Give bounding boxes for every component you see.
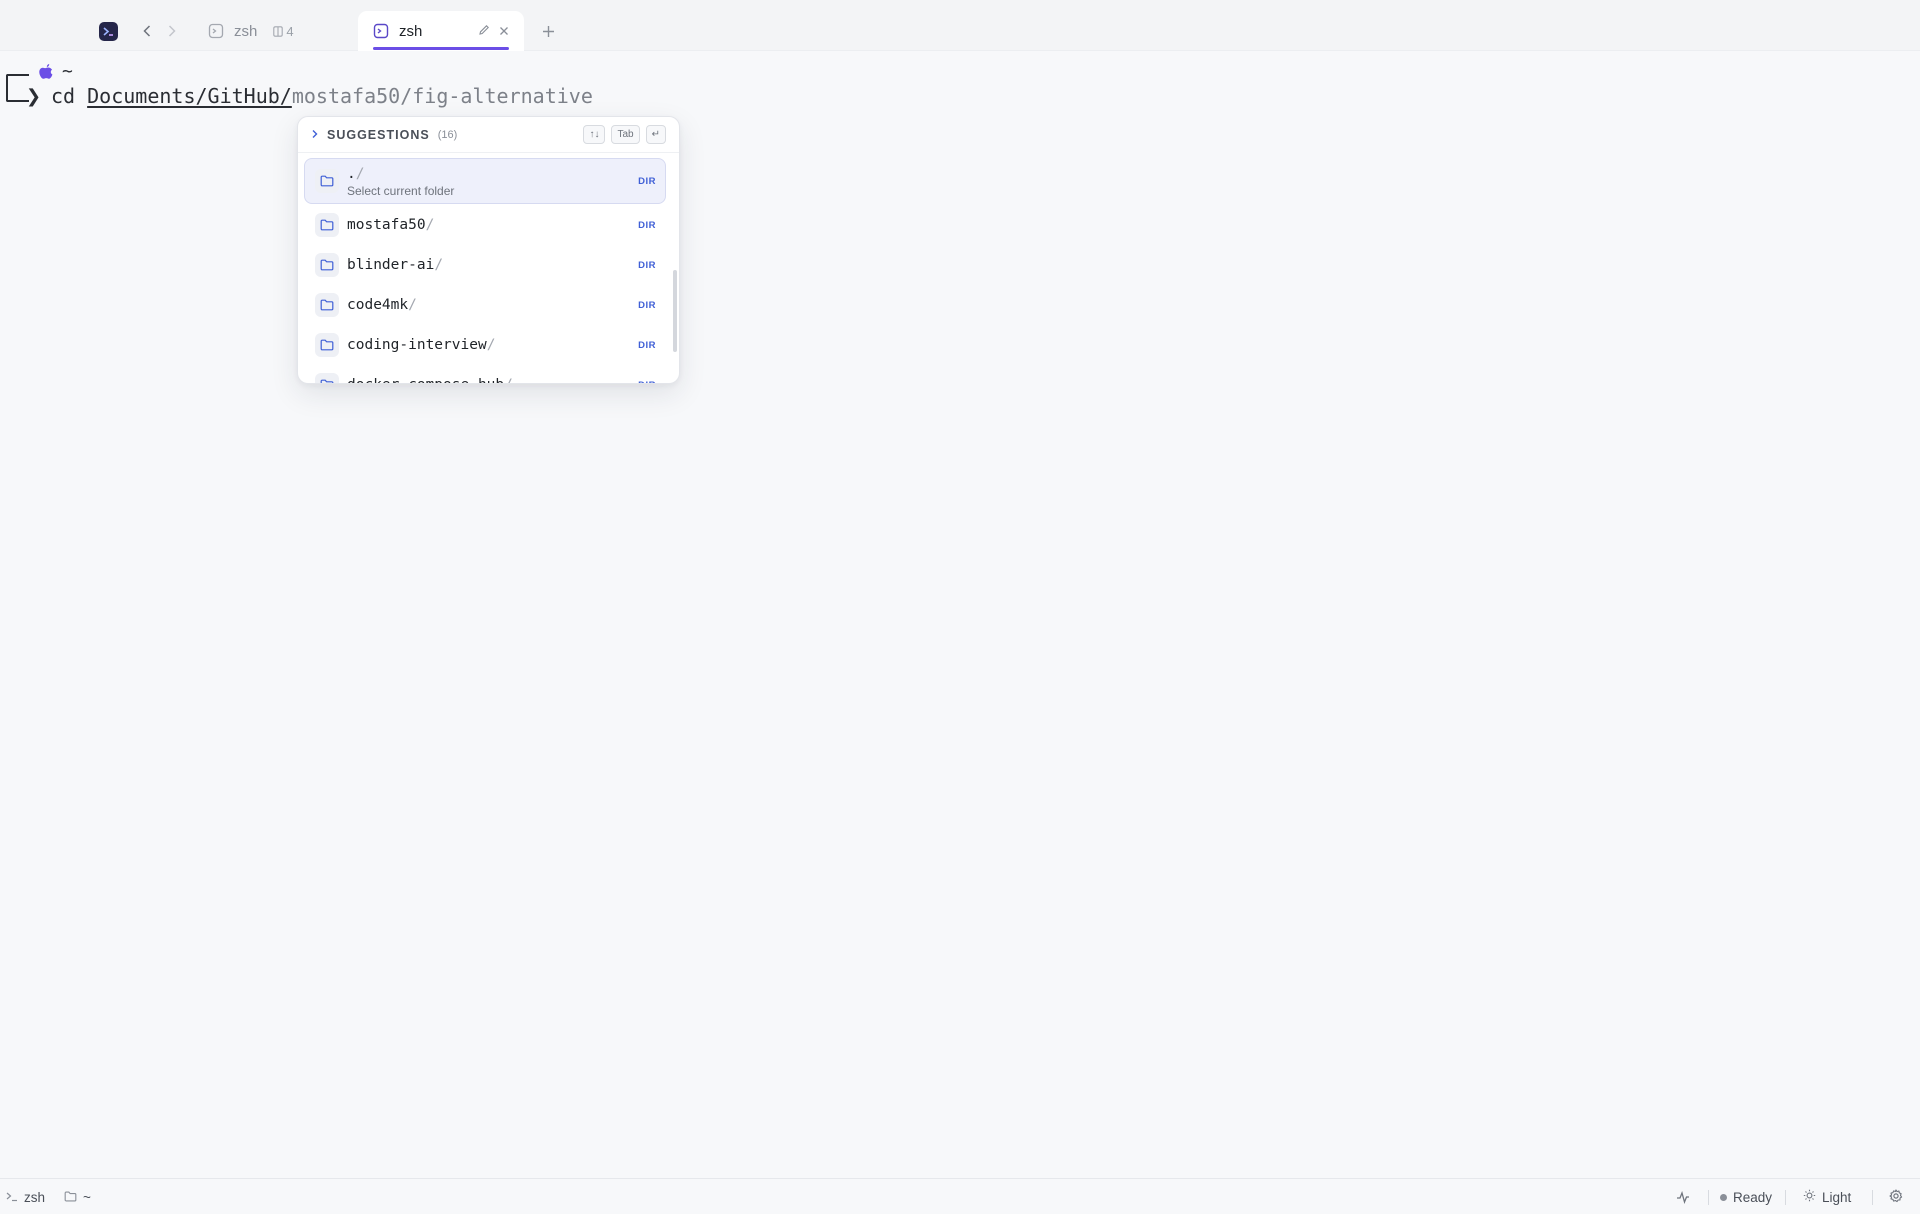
gear-icon bbox=[1889, 1188, 1903, 1206]
statusbar-shell[interactable]: zsh bbox=[6, 1179, 45, 1214]
path-slash: / bbox=[504, 377, 513, 383]
suggestion-name: blinder-ai bbox=[347, 257, 435, 273]
app-logo-icon[interactable] bbox=[99, 22, 118, 41]
tab-label: zsh bbox=[234, 22, 258, 40]
active-tab-indicator bbox=[373, 47, 509, 50]
suggestion-item[interactable]: coding-interview/ DIR bbox=[304, 325, 666, 365]
apple-icon bbox=[38, 63, 54, 81]
cwd-text: ~ bbox=[83, 1189, 91, 1205]
status-dot-icon bbox=[1720, 1193, 1727, 1201]
dir-badge: DIR bbox=[638, 299, 656, 311]
typed-path: Documents/GitHub/ bbox=[87, 84, 292, 108]
suggestion-name: mostafa50 bbox=[347, 217, 426, 233]
title-bar: zsh 4 zsh bbox=[0, 0, 1920, 51]
folder-icon bbox=[315, 373, 339, 383]
folder-icon bbox=[315, 169, 339, 193]
suggestion-name: code4mk bbox=[347, 297, 409, 313]
new-tab-button[interactable] bbox=[538, 20, 558, 42]
suggestions-count: (16) bbox=[437, 128, 458, 141]
dir-badge: DIR bbox=[638, 380, 656, 384]
close-tab-icon[interactable] bbox=[499, 23, 509, 40]
tab-label: zsh bbox=[399, 22, 423, 40]
suggestion-item[interactable]: code4mk/ DIR bbox=[304, 285, 666, 325]
prompt-arrow-icon: ❯ bbox=[26, 86, 42, 107]
folder-icon bbox=[315, 333, 339, 357]
status-bar: zsh ~ Ready Light bbox=[0, 1178, 1920, 1214]
folder-icon bbox=[315, 253, 339, 277]
settings-button[interactable] bbox=[1889, 1179, 1903, 1214]
folder-icon bbox=[315, 213, 339, 237]
path-slash: / bbox=[425, 217, 435, 233]
suggestion-item[interactable]: blinder-ai/ DIR bbox=[304, 245, 666, 285]
folder-icon bbox=[64, 1190, 77, 1205]
theme-toggle[interactable]: Light bbox=[1803, 1179, 1851, 1214]
suggestion-item[interactable]: docker-compose-hub/ DIR bbox=[304, 365, 666, 384]
status-text: Ready bbox=[1733, 1189, 1773, 1205]
suggestion-item[interactable]: mostafa50/ DIR bbox=[304, 205, 666, 245]
tab-zsh-active[interactable]: zsh bbox=[358, 11, 524, 51]
theme-label: Light bbox=[1822, 1189, 1852, 1205]
dir-badge: DIR bbox=[638, 175, 656, 187]
statusbar-divider bbox=[1708, 1190, 1709, 1205]
rename-tab-icon[interactable] bbox=[478, 23, 490, 40]
command-text: cd bbox=[51, 84, 88, 108]
suggestions-title: SUGGESTIONS bbox=[327, 127, 430, 142]
suggestions-popup: SUGGESTIONS (16) ↑↓ Tab ↵ ./ Select curr… bbox=[297, 116, 680, 384]
statusbar-divider bbox=[1872, 1190, 1873, 1205]
forward-button[interactable] bbox=[163, 21, 181, 41]
folder-icon bbox=[315, 293, 339, 317]
sun-icon bbox=[1803, 1189, 1816, 1205]
statusbar-cwd[interactable]: ~ bbox=[64, 1179, 91, 1214]
tab-pane-count: 4 bbox=[273, 24, 294, 39]
dir-badge: DIR bbox=[638, 259, 656, 271]
dir-badge: DIR bbox=[638, 339, 656, 351]
prompt-cwd: ~ bbox=[62, 61, 73, 82]
suggestions-list: ./ Select current folder DIR mostafa50/ … bbox=[304, 158, 666, 384]
suggestion-name: docker-compose-hub bbox=[347, 377, 504, 383]
suggestion-description: Select current folder bbox=[347, 184, 455, 198]
terminal-icon bbox=[208, 23, 224, 39]
activity-icon[interactable] bbox=[1676, 1179, 1690, 1214]
panes-icon bbox=[273, 25, 284, 37]
command-line[interactable]: cd Documents/GitHub/mostafa50/fig-altern… bbox=[51, 84, 593, 108]
suggestions-header: SUGGESTIONS (16) ↑↓ Tab ↵ bbox=[298, 117, 679, 153]
suggestions-scrollbar[interactable] bbox=[673, 270, 677, 352]
path-slash: / bbox=[434, 257, 444, 273]
statusbar-divider bbox=[1785, 1190, 1786, 1205]
path-slash: / bbox=[355, 166, 365, 182]
suggestion-item-current-folder[interactable]: ./ Select current folder DIR bbox=[304, 158, 666, 204]
tab-key-hint: Tab bbox=[611, 125, 640, 144]
terminal-icon bbox=[373, 23, 389, 39]
shell-name: zsh bbox=[24, 1189, 46, 1205]
dir-badge: DIR bbox=[638, 219, 656, 231]
tab-zsh-inactive[interactable]: zsh 4 bbox=[200, 11, 350, 51]
suggestion-name: . bbox=[347, 166, 356, 182]
chevron-right-icon[interactable] bbox=[311, 126, 319, 144]
terminal-prompt-icon bbox=[6, 1190, 18, 1205]
suggestion-name: coding-interview bbox=[347, 337, 487, 353]
path-slash: / bbox=[408, 297, 417, 313]
back-button[interactable] bbox=[138, 21, 156, 41]
path-slash: / bbox=[486, 337, 496, 353]
navigate-key-hint: ↑↓ bbox=[583, 125, 606, 144]
ghost-completion: mostafa50/fig-alternative bbox=[291, 84, 593, 108]
keyboard-hints: ↑↓ Tab ↵ bbox=[583, 125, 666, 144]
enter-key-hint: ↵ bbox=[645, 125, 666, 144]
statusbar-ready: Ready bbox=[1720, 1179, 1772, 1214]
